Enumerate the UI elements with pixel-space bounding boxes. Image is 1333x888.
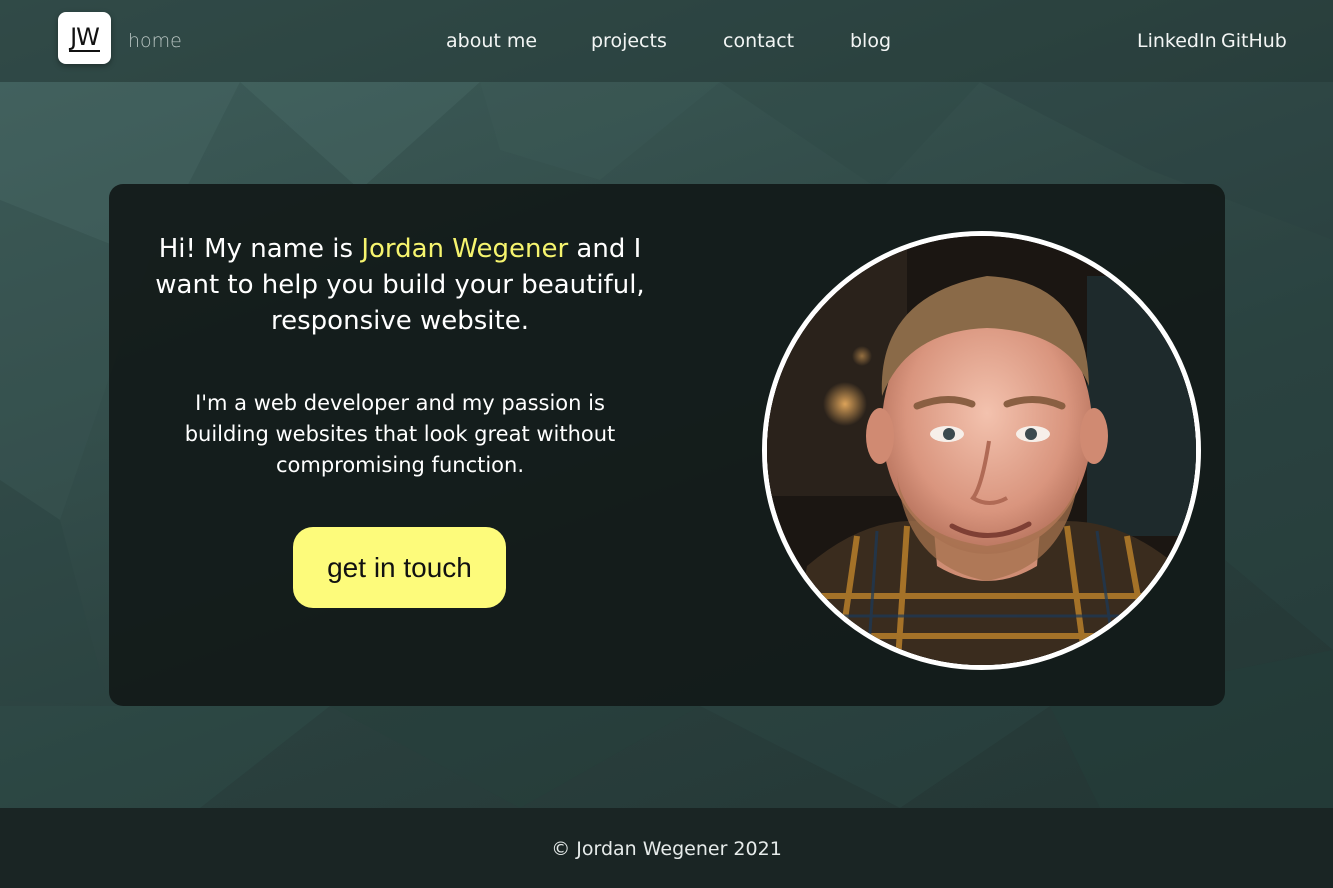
github-link[interactable]: GitHub xyxy=(1221,30,1287,52)
main-nav: about me projects contact blog xyxy=(0,30,1333,54)
profile-photo xyxy=(762,231,1201,670)
get-in-touch-button[interactable]: get in touch xyxy=(293,527,506,608)
intro-lead: Hi! My name is xyxy=(158,234,362,264)
linkedin-link[interactable]: LinkedIn xyxy=(1137,30,1217,52)
nav-blog-link[interactable]: blog xyxy=(850,30,891,52)
nav-about-me-link[interactable]: about me xyxy=(446,30,537,52)
profile-photo-illustration xyxy=(767,236,1196,665)
footer-copyright: © Jordan Wegener 2021 xyxy=(551,838,782,860)
hero-intro: Hi! My name is Jordan Wegener and I want… xyxy=(136,231,664,339)
hero-passion-text: I'm a web developer and my passion is bu… xyxy=(184,391,616,477)
intro-name-highlight: Jordan Wegener xyxy=(361,234,569,264)
top-nav-bar: JW home about me projects contact blog L… xyxy=(0,0,1333,82)
nav-contact-link[interactable]: contact xyxy=(723,30,794,52)
nav-projects-link[interactable]: projects xyxy=(591,30,667,52)
